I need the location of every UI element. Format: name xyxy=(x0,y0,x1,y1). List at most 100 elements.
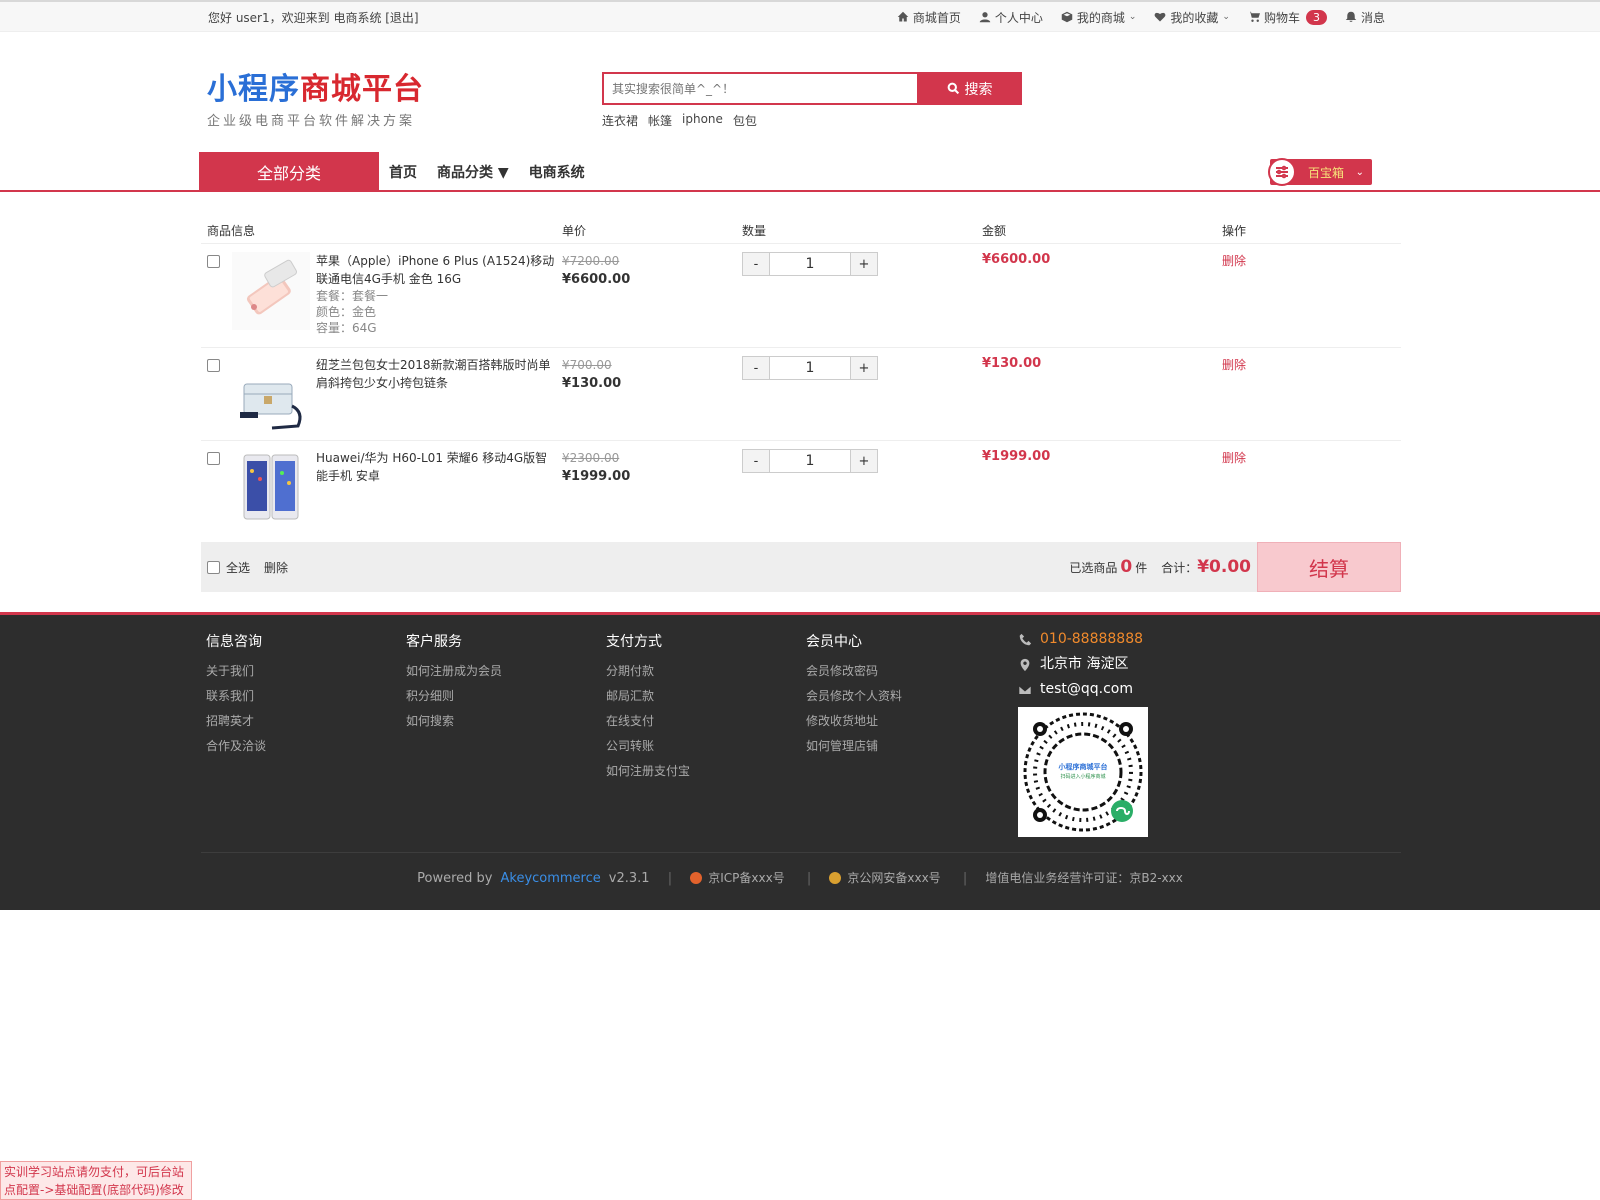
footer-link[interactable]: 在线支付 xyxy=(606,709,806,734)
training-site-notice: 实训学习站点请勿支付，可后台站点配置->基础配置(底部代码)修改 xyxy=(0,1161,192,1200)
footer-link[interactable]: 如何注册成为会员 xyxy=(406,659,606,684)
cart-icon xyxy=(1247,11,1260,22)
qty-minus-button[interactable]: - xyxy=(742,356,770,380)
item-checkbox[interactable] xyxy=(207,255,220,268)
hotword-link[interactable]: 帐篷 xyxy=(648,112,672,129)
item-amount: ¥130.00 xyxy=(982,356,1042,371)
delete-selected-link[interactable]: 删除 xyxy=(264,559,288,576)
search-button[interactable]: 搜索 xyxy=(917,72,1022,105)
hotword-link[interactable]: iphone xyxy=(682,112,723,129)
icp-icon xyxy=(690,872,703,884)
product-image-huawei[interactable] xyxy=(232,449,310,527)
qty-input[interactable] xyxy=(770,252,850,276)
license-text: 增值电信业务经营许可证：京B2-xxx xyxy=(985,871,1183,885)
cube-icon xyxy=(1061,11,1073,23)
footer-column: 会员中心 会员修改密码 会员修改个人资料 修改收货地址 如何管理店铺 xyxy=(806,631,1006,784)
footer-copyright: Powered by Akeycommerce v2.3.1 | 京ICP备xxx号… xyxy=(417,871,1183,886)
original-price: ¥700.00 xyxy=(562,358,612,372)
qty-minus-button[interactable]: - xyxy=(742,252,770,276)
footer-address: 北京市 海淀区 xyxy=(1040,656,1129,672)
delete-item-link[interactable]: 删除 xyxy=(1222,356,1401,373)
topbar-cart-link[interactable]: 购物车 3 xyxy=(1247,9,1327,26)
qty-input[interactable] xyxy=(770,449,850,473)
nav-ecommerce-system[interactable]: 电商系统 xyxy=(529,162,585,182)
footer-link[interactable]: 积分细则 xyxy=(406,684,606,709)
welcome-text[interactable]: 您好 user1，欢迎来到 电商系统 [退出] xyxy=(201,9,419,26)
original-price: ¥7200.00 xyxy=(562,254,620,268)
treasure-box-dropdown[interactable]: 百宝箱 ⌄ xyxy=(1268,158,1372,186)
hotword-link[interactable]: 连衣裙 xyxy=(602,112,638,129)
unit-price: ¥1999.00 xyxy=(562,469,631,484)
product-image-iphone[interactable] xyxy=(232,252,310,330)
item-checkbox[interactable] xyxy=(207,452,220,465)
footer-link[interactable]: 邮局汇款 xyxy=(606,684,806,709)
search-box: 搜索 xyxy=(602,72,1022,105)
logo-subtitle: 企业级电商平台软件解决方案 xyxy=(207,114,416,129)
qty-plus-button[interactable]: + xyxy=(850,252,878,276)
police-record-link[interactable]: 京公网安备xxx号 xyxy=(829,871,944,885)
footer-link[interactable]: 招聘英才 xyxy=(206,709,406,734)
footer-link[interactable]: 关于我们 xyxy=(206,659,406,684)
topbar-my-mall-dropdown[interactable]: 我的商城 ⌄ xyxy=(1061,9,1136,26)
footer-divider xyxy=(201,852,1401,853)
qty-minus-button[interactable]: - xyxy=(742,449,770,473)
qty-plus-button[interactable]: + xyxy=(850,356,878,380)
footer-column: 客户服务 如何注册成为会员 积分细则 如何搜索 xyxy=(406,631,606,784)
original-price: ¥2300.00 xyxy=(562,451,620,465)
cart-row: 纽芝兰包包女士2018新款潮百搭韩版时尚单肩斜挎包少女小挎包链条 ¥700.00… xyxy=(201,348,1401,441)
icp-link[interactable]: 京ICP备xxx号 xyxy=(690,871,788,885)
footer-link[interactable]: 分期付款 xyxy=(606,659,806,684)
quantity-stepper: - + xyxy=(742,252,982,276)
main-nav: 全部分类 首页 商品分类 ▼ 电商系统 百宝箱 ⌄ xyxy=(0,152,1600,192)
footer-link[interactable]: 合作及洽谈 xyxy=(206,734,406,759)
product-image-bag[interactable] xyxy=(232,356,310,434)
delete-item-link[interactable]: 删除 xyxy=(1222,252,1401,269)
cart-count-badge: 3 xyxy=(1305,9,1327,25)
select-all-label[interactable]: 全选 xyxy=(226,559,250,576)
topbar-messages-link[interactable]: 消息 xyxy=(1345,9,1385,26)
topbar-home-link[interactable]: 商城首页 xyxy=(897,9,961,26)
item-checkbox[interactable] xyxy=(207,359,220,372)
footer-link[interactable]: 会员修改个人资料 xyxy=(806,684,1006,709)
police-badge-icon xyxy=(829,872,842,884)
topbar-favorites-dropdown[interactable]: 我的收藏 ⌄ xyxy=(1154,9,1230,26)
site-logo[interactable]: 小程序商城平台 企业级电商平台软件解决方案 xyxy=(207,72,424,129)
footer-link[interactable]: 会员修改密码 xyxy=(806,659,1006,684)
mini-program-qr-code: 小程序商城平台 扫码进入小程序商城 xyxy=(1018,707,1148,837)
checkout-button[interactable]: 结算 xyxy=(1257,542,1401,592)
delete-item-link[interactable]: 删除 xyxy=(1222,449,1401,466)
product-spec: 颜色：金色 xyxy=(316,305,377,319)
hotword-link[interactable]: 包包 xyxy=(733,112,757,129)
product-name-link[interactable]: 纽芝兰包包女士2018新款潮百搭韩版时尚单肩斜挎包少女小挎包链条 xyxy=(316,356,556,392)
cart-section: 商品信息 单价 数量 金额 操作 苹果（Apple）iPhone 6 Plus … xyxy=(201,218,1401,592)
unit-price: ¥130.00 xyxy=(562,376,622,391)
map-marker-icon xyxy=(1020,658,1030,671)
cart-total: 合计：¥0.00 xyxy=(1161,557,1251,577)
footer-link[interactable]: 公司转账 xyxy=(606,734,806,759)
item-amount: ¥1999.00 xyxy=(982,449,1051,464)
nav-home[interactable]: 首页 xyxy=(389,162,417,182)
qty-input[interactable] xyxy=(770,356,850,380)
sliders-icon xyxy=(1268,158,1296,186)
footer-link[interactable]: 修改收货地址 xyxy=(806,709,1006,734)
footer-link[interactable]: 如何搜索 xyxy=(406,709,606,734)
product-name-link[interactable]: Huawei/华为 H60-L01 荣耀6 移动4G版智能手机 安卓 xyxy=(316,449,556,485)
cart-summary-bar: 全选 删除 已选商品 0 件 合计：¥0.00 结算 xyxy=(201,542,1401,592)
search-input[interactable] xyxy=(602,72,917,105)
all-categories-button[interactable]: 全部分类 xyxy=(199,152,379,192)
topbar-user-center-link[interactable]: 个人中心 xyxy=(979,9,1043,26)
cart-table-header: 商品信息 单价 数量 金额 操作 xyxy=(201,218,1401,244)
select-all-checkbox[interactable] xyxy=(207,560,220,574)
footer-link[interactable]: 联系我们 xyxy=(206,684,406,709)
footer-link[interactable]: 如何注册支付宝 xyxy=(606,759,806,784)
footer-link[interactable]: 如何管理店铺 xyxy=(806,734,1006,759)
product-name-link[interactable]: 苹果（Apple）iPhone 6 Plus (A1524)移动联通电信4G手机… xyxy=(316,252,556,288)
powered-by-link[interactable]: Akeycommerce xyxy=(500,871,600,886)
qty-plus-button[interactable]: + xyxy=(850,449,878,473)
phone-icon xyxy=(1019,633,1032,645)
item-amount: ¥6600.00 xyxy=(982,252,1051,267)
nav-categories-dropdown[interactable]: 商品分类 ▼ xyxy=(437,162,509,182)
chevron-down-icon: ⌄ xyxy=(1222,12,1230,22)
footer-columns: 信息咨询 关于我们 联系我们 招聘英才 合作及洽谈 客户服务 如何注册成为会员 … xyxy=(206,631,1006,784)
footer-email: test@qq.com xyxy=(1040,681,1134,697)
